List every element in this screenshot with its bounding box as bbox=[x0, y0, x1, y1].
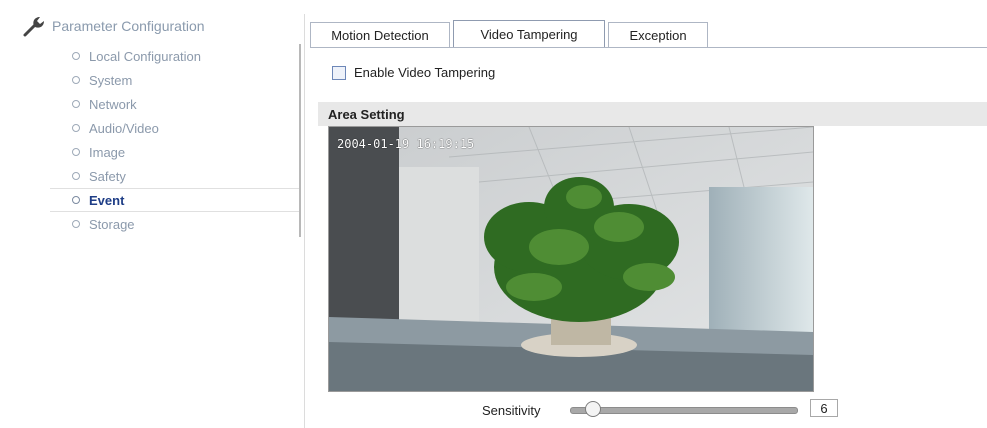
sidebar-item-label: Safety bbox=[89, 168, 126, 184]
sidebar-item-system[interactable]: System bbox=[50, 68, 299, 92]
enable-video-tampering-row[interactable]: Enable Video Tampering bbox=[332, 65, 495, 80]
sidebar-item-label: Local Configuration bbox=[89, 48, 202, 64]
enable-video-tampering-label: Enable Video Tampering bbox=[354, 65, 496, 80]
sidebar-item-label: Network bbox=[89, 96, 137, 112]
sidebar-item-label: Storage bbox=[89, 216, 135, 232]
bullet-icon bbox=[72, 196, 80, 204]
bullet-icon bbox=[72, 172, 80, 180]
sidebar-item-safety[interactable]: Safety bbox=[50, 164, 299, 188]
sidebar-item-audio-video[interactable]: Audio/Video bbox=[50, 116, 299, 140]
tab-video-tampering[interactable]: Video Tampering bbox=[453, 20, 605, 47]
sidebar-item-label: System bbox=[89, 72, 133, 88]
bullet-icon bbox=[72, 76, 80, 84]
sensitivity-slider-handle[interactable] bbox=[584, 401, 601, 417]
sidebar: Parameter Configuration Local Configurat… bbox=[0, 0, 301, 428]
bullet-icon bbox=[72, 52, 80, 60]
sidebar-item-event[interactable]: Event bbox=[50, 188, 299, 212]
enable-video-tampering-checkbox[interactable] bbox=[332, 65, 346, 80]
sensitivity-label: Sensitivity bbox=[482, 403, 541, 418]
sidebar-item-label: Image bbox=[89, 144, 126, 160]
sidebar-header[interactable]: Parameter Configuration bbox=[22, 14, 205, 38]
content-divider bbox=[304, 14, 305, 428]
bullet-icon bbox=[72, 124, 80, 132]
area-setting-header: Area Setting bbox=[318, 102, 987, 126]
wrench-icon bbox=[22, 14, 48, 38]
bullet-icon bbox=[72, 148, 80, 156]
bullet-icon bbox=[72, 100, 80, 108]
sidebar-item-storage[interactable]: Storage bbox=[50, 212, 299, 236]
sidebar-item-network[interactable]: Network bbox=[50, 92, 299, 116]
tab-motion-detection[interactable]: Motion Detection bbox=[310, 22, 450, 47]
sidebar-item-label: Event bbox=[89, 192, 125, 208]
sidebar-item-image[interactable]: Image bbox=[50, 140, 299, 164]
video-preview[interactable]: 2004-01-19 16:19:15 bbox=[328, 126, 814, 392]
sensitivity-slider-track[interactable] bbox=[570, 407, 798, 414]
sidebar-title: Parameter Configuration bbox=[52, 18, 205, 34]
video-timestamp: 2004-01-19 16:19:15 bbox=[337, 137, 475, 151]
sidebar-item-local-configuration[interactable]: Local Configuration bbox=[50, 44, 299, 68]
camera-image bbox=[329, 127, 813, 391]
sidebar-item-label: Audio/Video bbox=[89, 120, 159, 136]
sensitivity-value: 6 bbox=[810, 399, 838, 417]
area-setting-title: Area Setting bbox=[328, 106, 405, 122]
sidebar-menu: Local Configuration System Network Audio… bbox=[50, 44, 301, 237]
tab-bar: Motion Detection Video Tampering Excepti… bbox=[310, 20, 711, 47]
tab-underline bbox=[310, 47, 987, 48]
tab-exception[interactable]: Exception bbox=[608, 22, 708, 47]
bullet-icon bbox=[72, 220, 80, 228]
